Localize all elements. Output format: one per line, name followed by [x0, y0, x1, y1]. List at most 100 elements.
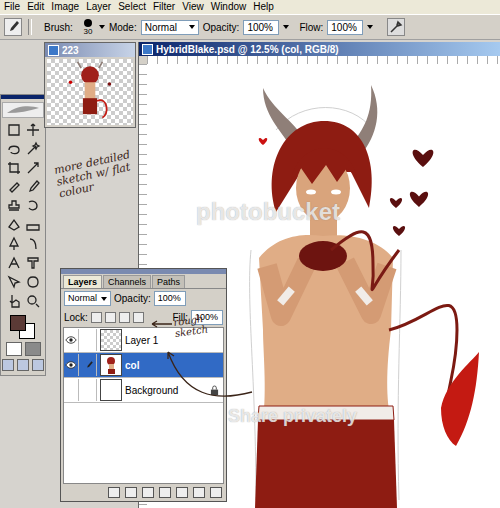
- menu-item[interactable]: Filter: [153, 1, 175, 13]
- layer-thumbnail: [100, 354, 122, 376]
- screen-mode-icon[interactable]: [32, 359, 44, 371]
- toolbox: [0, 94, 46, 376]
- menu-item[interactable]: Window: [211, 1, 247, 13]
- layer-row[interactable]: col: [64, 353, 223, 378]
- flow-field[interactable]: 100%: [327, 20, 363, 35]
- handwritten-note: more detailed sketch w/ flat colour: [53, 148, 143, 201]
- tool-icon[interactable]: [24, 140, 42, 158]
- airbrush-icon[interactable]: [387, 18, 405, 36]
- tool-icon[interactable]: [24, 292, 42, 310]
- palette-button-icon[interactable]: [176, 487, 188, 498]
- tool-icon[interactable]: [5, 197, 23, 215]
- brush-icon[interactable]: [4, 18, 22, 36]
- link-cell[interactable]: [82, 329, 97, 351]
- tool-icon[interactable]: [5, 121, 23, 139]
- menu-item[interactable]: View: [182, 1, 204, 13]
- palette-button-icon[interactable]: [193, 487, 205, 498]
- menu-item[interactable]: Layer: [86, 1, 111, 13]
- thumbnail-window[interactable]: 223: [44, 42, 136, 128]
- mode-select[interactable]: Normal: [141, 20, 199, 35]
- palette-footer: [61, 484, 226, 501]
- document-icon: [48, 45, 59, 56]
- palette-button-icon[interactable]: [159, 487, 171, 498]
- options-bar: Brush: 30 Mode: Normal Opacity: 100% Flo…: [0, 14, 500, 40]
- tool-grid: [5, 121, 42, 310]
- tool-icon[interactable]: [5, 273, 23, 291]
- lock-label: Lock:: [64, 312, 88, 323]
- layers-palette: LayersChannelsPaths Normal Opacity: 100%…: [60, 268, 227, 502]
- lock-pixels-icon[interactable]: [105, 312, 116, 323]
- layer-opacity-field[interactable]: 100%: [154, 291, 186, 306]
- menu-item[interactable]: Image: [51, 1, 79, 13]
- layer-thumbnail: [100, 329, 122, 351]
- lock-transparency-icon[interactable]: [91, 312, 102, 323]
- visibility-toggle[interactable]: [64, 354, 79, 376]
- palette-button-icon[interactable]: [142, 487, 154, 498]
- toolbox-header[interactable]: [1, 95, 45, 99]
- menu-item[interactable]: File: [4, 1, 20, 13]
- tool-icon[interactable]: [24, 121, 42, 139]
- character-thumbnail: [62, 61, 118, 123]
- quickmask-mode-icon[interactable]: [25, 342, 41, 356]
- opacity-field[interactable]: 100%: [243, 20, 279, 35]
- title-bar: 223: [45, 43, 135, 57]
- tool-icon[interactable]: [5, 178, 23, 196]
- separator: [28, 19, 32, 35]
- watermark-tagline: Share privately: [228, 406, 357, 427]
- tool-icon[interactable]: [5, 159, 23, 177]
- lock-position-icon[interactable]: [119, 312, 130, 323]
- feather-icon[interactable]: [2, 102, 44, 118]
- link-cell[interactable]: [82, 379, 97, 401]
- tool-icon[interactable]: [5, 235, 23, 253]
- watermark-brand: photobucket: [196, 198, 340, 226]
- tool-icon[interactable]: [24, 197, 42, 215]
- tool-icon[interactable]: [5, 254, 23, 272]
- annotation-arrows: [0, 40, 500, 508]
- opacity-label: Opacity:: [203, 22, 240, 33]
- screen-mode-icon[interactable]: [17, 359, 29, 371]
- document-icon: [142, 44, 153, 55]
- tool-icon[interactable]: [5, 216, 23, 234]
- foreground-color-swatch[interactable]: [10, 315, 26, 331]
- palette-tab[interactable]: Channels: [103, 275, 151, 288]
- standard-mode-icon[interactable]: [6, 342, 22, 356]
- brush-picker[interactable]: 30: [77, 19, 105, 36]
- link-cell[interactable]: [82, 354, 97, 376]
- menu-bar: File Edit Image Layer Select Filter View Window…: [0, 0, 500, 14]
- tool-icon[interactable]: [24, 273, 42, 291]
- visibility-toggle[interactable]: [64, 379, 79, 401]
- palette-button-icon[interactable]: [210, 487, 222, 498]
- tool-icon[interactable]: [5, 292, 23, 310]
- lock-all-icon[interactable]: [133, 312, 144, 323]
- dropdown-arrow-icon: [189, 25, 195, 29]
- layer-thumbnail: [100, 379, 122, 401]
- layer-name: Layer 1: [125, 335, 219, 346]
- palette-button-icon[interactable]: [108, 487, 120, 498]
- dropdown-arrow-icon: [99, 25, 105, 29]
- screen-mode-buttons: [2, 359, 44, 371]
- lock-icon: [210, 385, 219, 396]
- palette-tab[interactable]: Layers: [63, 275, 102, 288]
- menu-item[interactable]: Help: [253, 1, 274, 13]
- dropdown-arrow-icon: [101, 297, 107, 301]
- visibility-toggle[interactable]: [64, 329, 79, 351]
- layer-row[interactable]: Background: [64, 378, 223, 403]
- blend-row: Normal Opacity: 100%: [61, 289, 226, 308]
- menu-item[interactable]: Select: [118, 1, 146, 13]
- title-bar: HybridBlake.psd @ 12.5% (col, RGB/8): [139, 42, 500, 56]
- tool-icon[interactable]: [24, 254, 42, 272]
- palette-button-icon[interactable]: [125, 487, 137, 498]
- palette-tab[interactable]: Paths: [152, 275, 185, 288]
- dropdown-arrow-icon[interactable]: [367, 25, 373, 29]
- menu-item[interactable]: Edit: [27, 1, 44, 13]
- tool-icon[interactable]: [24, 235, 42, 253]
- tool-icon[interactable]: [24, 216, 42, 234]
- dropdown-arrow-icon[interactable]: [283, 25, 289, 29]
- tool-icon[interactable]: [5, 140, 23, 158]
- tool-icon[interactable]: [24, 159, 42, 177]
- brush-dot-icon: [84, 19, 92, 27]
- flow-label: Flow:: [299, 22, 323, 33]
- tool-icon[interactable]: [24, 178, 42, 196]
- screen-mode-icon[interactable]: [2, 359, 14, 371]
- blend-mode-select[interactable]: Normal: [64, 291, 111, 306]
